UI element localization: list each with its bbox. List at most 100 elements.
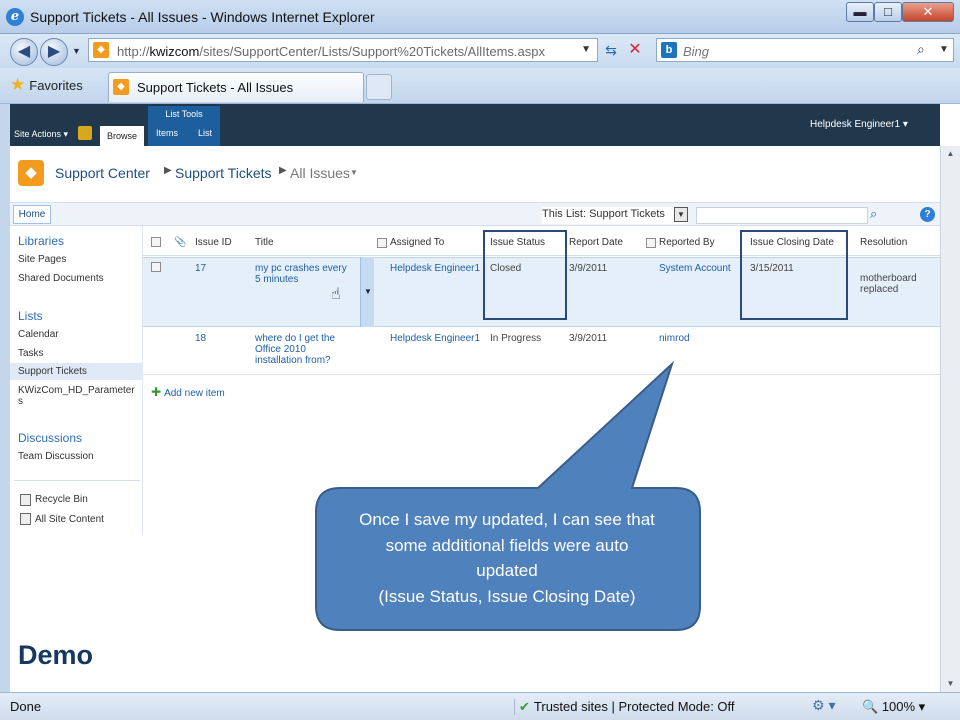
callout-line: Once I save my updated, I can see that <box>359 510 655 529</box>
cell-assigned-to[interactable]: Helpdesk Engineer1 <box>390 263 480 274</box>
site-content-icon <box>20 513 31 525</box>
plus-icon: ✚ <box>151 385 162 399</box>
address-dropdown-icon[interactable]: ▼ <box>581 44 591 55</box>
navigate-up-icon[interactable] <box>78 126 92 140</box>
close-button[interactable]: ✕ <box>902 2 954 22</box>
zoom-level[interactable]: 🔍 100% ▾ <box>862 699 925 715</box>
address-bar[interactable]: ◆ http://kwizcom/sites/SupportCenter/Lis… <box>88 38 598 62</box>
title-line: where do I get the <box>255 333 336 344</box>
browser-tab-active[interactable]: ◆ Support Tickets - All Issues <box>108 72 364 102</box>
maximize-button[interactable]: □ <box>874 2 902 22</box>
nav-item-support-tickets[interactable]: Support Tickets <box>10 363 143 380</box>
back-button[interactable]: ◀ <box>10 38 38 66</box>
nav-heading-discussions[interactable]: Discussions <box>18 431 82 445</box>
view-dropdown-icon[interactable]: ▼ <box>350 168 358 177</box>
scroll-down-icon[interactable]: ▼ <box>941 676 960 692</box>
home-link[interactable]: Home <box>13 205 51 224</box>
nav-heading-libraries[interactable]: Libraries <box>18 234 64 248</box>
column-filter-checkbox[interactable] <box>377 238 387 248</box>
nav-item-kwizcom-params[interactable]: KWizCom_HD_Parameter s <box>18 385 135 407</box>
hand-cursor-icon: ☝ <box>331 286 341 303</box>
search-icon[interactable]: ⌕ <box>870 206 877 222</box>
search-placeholder[interactable]: Bing <box>683 44 709 59</box>
cell-issue-id[interactable]: 18 <box>195 333 206 344</box>
search-scope-select[interactable]: This List: Support Tickets ▼ <box>542 207 688 224</box>
row-checkbox[interactable] <box>151 262 161 272</box>
vertical-scrollbar[interactable]: ▲ ▼ <box>940 146 960 692</box>
scroll-up-icon[interactable]: ▲ <box>941 146 960 162</box>
globe-icon[interactable]: ⚙ ▾ <box>812 697 835 714</box>
cell-reported-by[interactable]: nimrod <box>659 333 690 344</box>
breadcrumb-list-link[interactable]: Support Tickets <box>175 165 272 181</box>
column-header-report-date[interactable]: Report Date <box>569 237 623 248</box>
callout-text: Once I save my updated, I can see that s… <box>322 507 692 609</box>
window-title: Support Tickets - All Issues - Windows I… <box>30 9 375 25</box>
favorites-button[interactable]: ★ Favorites <box>10 72 83 98</box>
help-icon[interactable]: ? <box>920 207 935 222</box>
select-all-checkbox[interactable] <box>151 237 161 247</box>
cell-title-link[interactable]: where do I get the Office 2010 installatio… <box>255 333 335 366</box>
table-row[interactable]: 18 where do I get the Office 2010 installa… <box>143 327 940 375</box>
minimize-button[interactable]: ▬ <box>846 2 874 22</box>
list-tools-group: List Tools <box>148 106 220 146</box>
list-tools-label: List Tools <box>165 109 203 119</box>
column-header-assigned-to[interactable]: Assigned To <box>390 237 444 248</box>
recent-pages-dropdown-icon[interactable]: ▼ <box>72 46 81 56</box>
cell-assigned-to[interactable]: Helpdesk Engineer1 <box>390 333 480 344</box>
new-tab-button[interactable] <box>366 74 392 100</box>
attachment-column-icon: 📎 <box>174 237 187 248</box>
nav-item-label: s <box>18 396 23 407</box>
magnifier-icon: 🔍 <box>862 699 879 714</box>
nav-item-site-pages[interactable]: Site Pages <box>18 254 66 265</box>
site-favicon-icon: ◆ <box>113 79 129 95</box>
stop-icon[interactable]: ✕ <box>624 38 646 62</box>
cell-issue-id[interactable]: 17 <box>195 263 206 274</box>
user-menu[interactable]: Helpdesk Engineer1 ▾ <box>810 119 908 130</box>
nav-item-all-site-content[interactable]: All Site Content <box>35 514 104 525</box>
site-actions-menu[interactable]: Site Actions ▾ <box>14 129 68 140</box>
nav-item-recycle-bin[interactable]: Recycle Bin <box>35 494 88 505</box>
tab-list[interactable]: List <box>198 128 212 138</box>
tab-items[interactable]: Items <box>156 128 178 138</box>
window-left-frame <box>0 104 10 692</box>
add-new-item-link[interactable]: ✚ Add new item <box>151 385 225 399</box>
nav-heading-lists[interactable]: Lists <box>18 309 43 323</box>
page-content: ◆ Support Center ▶ Support Tickets ▶ All… <box>10 146 940 692</box>
site-logo-icon[interactable]: ◆ <box>18 160 44 186</box>
cell-report-date: 3/9/2011 <box>569 333 608 344</box>
cell-reported-by[interactable]: System Account <box>659 263 731 274</box>
resolution-line: replaced <box>860 284 899 295</box>
column-header-issue-id[interactable]: Issue ID <box>195 237 232 248</box>
cell-title-link[interactable]: my pc crashes every 5 minutes <box>255 263 347 285</box>
breadcrumb-separator-icon: ▶ <box>164 165 172 176</box>
address-url[interactable]: http://kwizcom/sites/SupportCenter/Lists… <box>117 44 545 59</box>
nav-item-shared-documents[interactable]: Shared Documents <box>18 273 104 284</box>
nav-item-tasks[interactable]: Tasks <box>18 348 44 359</box>
item-menu-button[interactable]: ▼ <box>360 257 374 327</box>
compatibility-refresh-icon[interactable]: ⇆ <box>600 38 622 62</box>
breadcrumb-site-link[interactable]: Support Center <box>55 165 150 181</box>
breadcrumb-view-selector[interactable]: All Issues <box>290 165 350 181</box>
title-line: my pc crashes every <box>255 263 347 274</box>
tab-label: Support Tickets - All Issues <box>137 80 294 95</box>
search-icon[interactable]: ⌕ <box>917 41 925 58</box>
column-filter-checkbox[interactable] <box>646 238 656 248</box>
tab-browse[interactable]: Browse <box>100 126 144 146</box>
search-dropdown-icon[interactable]: ▼ <box>939 44 949 55</box>
window-titlebar: e Support Tickets - All Issues - Windows… <box>0 0 960 34</box>
add-new-item-label: Add new item <box>164 388 225 399</box>
column-header-resolution[interactable]: Resolution <box>860 237 907 248</box>
column-header-reported-by[interactable]: Reported By <box>659 237 715 248</box>
nav-item-calendar[interactable]: Calendar <box>18 329 59 340</box>
callout-line: some additional fields were auto <box>385 535 629 555</box>
search-box[interactable]: b Bing ⌕ ▼ <box>656 38 954 62</box>
closing-date-highlight-box <box>740 230 848 320</box>
status-bar: Done ✔ Trusted sites | Protected Mode: Of… <box>0 692 960 720</box>
chevron-down-icon: ▼ <box>364 287 372 296</box>
nav-item-team-discussion[interactable]: Team Discussion <box>18 451 94 462</box>
column-header-title[interactable]: Title <box>255 237 274 248</box>
forward-button[interactable]: ▶ <box>40 38 68 66</box>
scope-dropdown-icon[interactable]: ▼ <box>674 207 688 222</box>
security-zone[interactable]: ✔ Trusted sites | Protected Mode: Off <box>514 699 735 715</box>
list-search-input[interactable] <box>696 207 868 224</box>
